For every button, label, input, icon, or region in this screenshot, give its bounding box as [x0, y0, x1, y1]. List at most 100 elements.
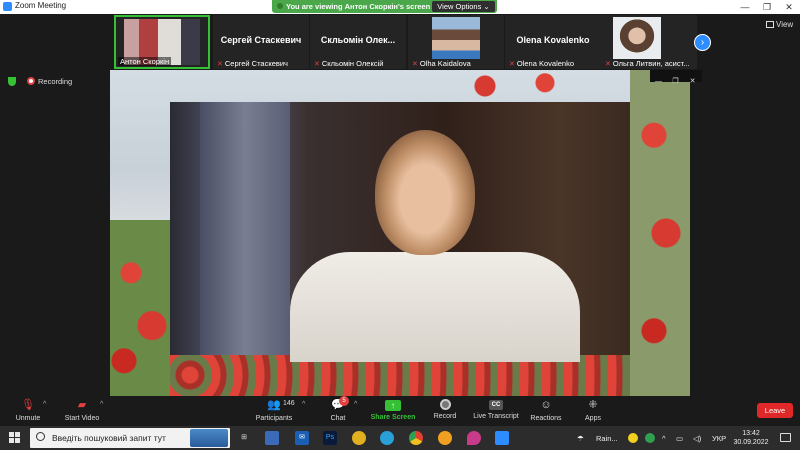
person-head — [375, 130, 475, 255]
edge-icon[interactable] — [380, 431, 394, 445]
security-shield-icon[interactable] — [8, 77, 16, 86]
close-button[interactable]: ✕ — [778, 0, 800, 14]
record-button[interactable]: Record — [428, 396, 462, 426]
next-page-button[interactable]: › — [694, 34, 711, 51]
mic-muted-icon: ✕ — [412, 61, 418, 68]
volume-icon[interactable]: ◁) — [693, 434, 701, 443]
chat-icon: 💬 — [331, 399, 345, 411]
participant-tile[interactable]: Olena Kovalenko ✕ Olena Kovalenko — [505, 15, 601, 69]
photoshop-icon[interactable]: Ps — [323, 431, 337, 445]
tray-app-icon[interactable] — [628, 433, 638, 443]
participant-tile[interactable]: Антон Скоркін — [114, 15, 210, 69]
shared-maximize-button[interactable]: ❐ — [667, 76, 684, 88]
closed-caption-icon: CC — [489, 400, 503, 410]
screen-share-banner: You are viewing Антон Скоркін's screen V… — [272, 0, 497, 13]
participant-name: Скльомін Олек... — [320, 35, 396, 45]
mic-muted-icon: ✕ — [314, 61, 320, 68]
search-icon — [36, 432, 45, 441]
live-transcript-button[interactable]: CC Live Transcript — [470, 396, 522, 426]
shared-video — [170, 102, 630, 362]
leave-button[interactable]: Leave — [757, 403, 793, 418]
search-highlight-image — [190, 429, 228, 447]
participant-name: Olena Kovalenko — [516, 35, 590, 45]
participant-label: ✕ Скльомін Олексій — [314, 59, 384, 68]
weather-icon[interactable]: ☂ — [577, 434, 584, 443]
participants-options-caret[interactable]: ^ — [302, 401, 305, 408]
droplet-icon[interactable] — [467, 431, 481, 445]
unmute-button[interactable]: 🎙 Unmute — [8, 396, 48, 426]
reactions-button[interactable]: ☺ Reactions — [528, 396, 564, 426]
start-video-button[interactable]: ▰ Start Video — [60, 396, 104, 426]
share-screen-button[interactable]: ↑ Share Screen — [368, 396, 418, 426]
windows-taskbar: Введіть пошуковий запит тут ⊞ ✉ Ps ☂ Rai… — [0, 426, 800, 450]
flowers-top — [440, 70, 590, 102]
clock-time: 13:42 — [742, 430, 760, 437]
maximize-button[interactable]: ❐ — [756, 0, 778, 14]
shared-window-controls: — ❐ ✕ — [650, 70, 702, 85]
clock-date: 30.09.2022 — [733, 439, 769, 446]
shared-screen — [110, 70, 690, 396]
minimize-button[interactable]: — — [734, 0, 756, 14]
mic-off-icon: 🎙 — [21, 399, 35, 411]
chat-button[interactable]: 💬 Chat — [322, 396, 354, 426]
taskbar-clock[interactable]: 13:42 30.09.2022 — [731, 429, 771, 447]
record-icon — [439, 399, 451, 410]
windows-start-icon[interactable] — [9, 432, 20, 443]
participant-tile[interactable]: Скльомін Олек... ✕ Скльомін Олексій — [310, 15, 406, 69]
chrome-icon[interactable] — [409, 431, 423, 445]
participant-video — [432, 17, 480, 59]
network-icon[interactable]: ▭ — [676, 434, 683, 443]
zoom-icon[interactable] — [495, 431, 509, 445]
chat-options-caret[interactable]: ^ — [354, 401, 357, 408]
taskbar-search-input[interactable]: Введіть пошуковий запит тут — [30, 428, 230, 448]
participant-label: ✕ Сергей Стаскевич — [217, 59, 288, 68]
participant-label: ✕ Olha Kaidalova — [412, 59, 471, 68]
participant-tile[interactable]: Сергей Стаскевич ✕ Сергей Стаскевич — [213, 15, 309, 69]
mic-muted-icon: ✕ — [509, 61, 515, 68]
person-body — [290, 252, 580, 362]
participant-label: ✕ Olena Kovalenko — [509, 59, 574, 68]
recording-status: Recording — [38, 77, 73, 86]
participant-name: Сергей Стаскевич — [220, 35, 302, 45]
flowers-right — [630, 70, 690, 396]
participants-count: 146 — [283, 400, 295, 407]
apps-button[interactable]: ⁜ Apps — [578, 396, 608, 426]
apps-icon: ⁜ — [588, 399, 598, 411]
paint-icon[interactable] — [438, 431, 452, 445]
view-button[interactable]: View — [766, 20, 793, 29]
weather-text[interactable]: Rain... — [596, 434, 618, 443]
video-off-icon: ▰ — [77, 399, 87, 411]
task-view-icon[interactable]: ⊞ — [237, 431, 251, 445]
participant-tile[interactable]: ✕ Ольга Литвин, асист... — [601, 15, 697, 69]
zoom-window: Zoom Meeting — ❐ ✕ You are viewing Антон… — [0, 0, 800, 450]
participant-tile[interactable]: ✕ Olha Kaidalova — [408, 15, 504, 69]
share-banner-text: You are viewing Антон Скоркін's screen — [286, 2, 431, 11]
zoom-logo-icon — [3, 2, 12, 11]
chevron-up-icon[interactable]: ^ — [662, 434, 666, 443]
participant-label: Антон Скоркін — [118, 57, 172, 66]
shared-close-button[interactable]: ✕ — [684, 76, 701, 88]
mic-muted-icon: ✕ — [605, 61, 611, 68]
video-options-caret[interactable]: ^ — [100, 401, 103, 408]
mail-icon[interactable]: ✉ — [295, 431, 309, 445]
audio-options-caret[interactable]: ^ — [43, 401, 46, 408]
window-title: Zoom Meeting — [15, 1, 67, 10]
view-options-button[interactable]: View Options ⌄ — [432, 1, 495, 12]
chat-unread-badge: 5 — [339, 396, 349, 406]
meeting-toolbar: 🎙 Unmute ^ ▰ Start Video ^ 👥 Participant… — [0, 396, 800, 426]
recording-icon — [27, 77, 35, 85]
participant-video — [613, 17, 661, 59]
notification-icon[interactable] — [780, 433, 791, 442]
shared-minimize-button[interactable]: — — [650, 76, 667, 88]
grid-view-icon — [766, 21, 774, 28]
mic-muted-icon: ✕ — [217, 61, 223, 68]
store-icon[interactable] — [265, 431, 279, 445]
share-indicator-icon — [277, 3, 283, 9]
share-screen-icon: ↑ — [385, 400, 401, 411]
tray-app-icon[interactable] — [645, 433, 655, 443]
participant-label: ✕ Ольга Литвин, асист... — [605, 59, 690, 68]
curtain — [200, 102, 290, 355]
language-indicator[interactable]: УКР — [712, 434, 726, 443]
chrome-alt-icon[interactable] — [352, 431, 366, 445]
emoji-icon: ☺ — [540, 399, 552, 411]
